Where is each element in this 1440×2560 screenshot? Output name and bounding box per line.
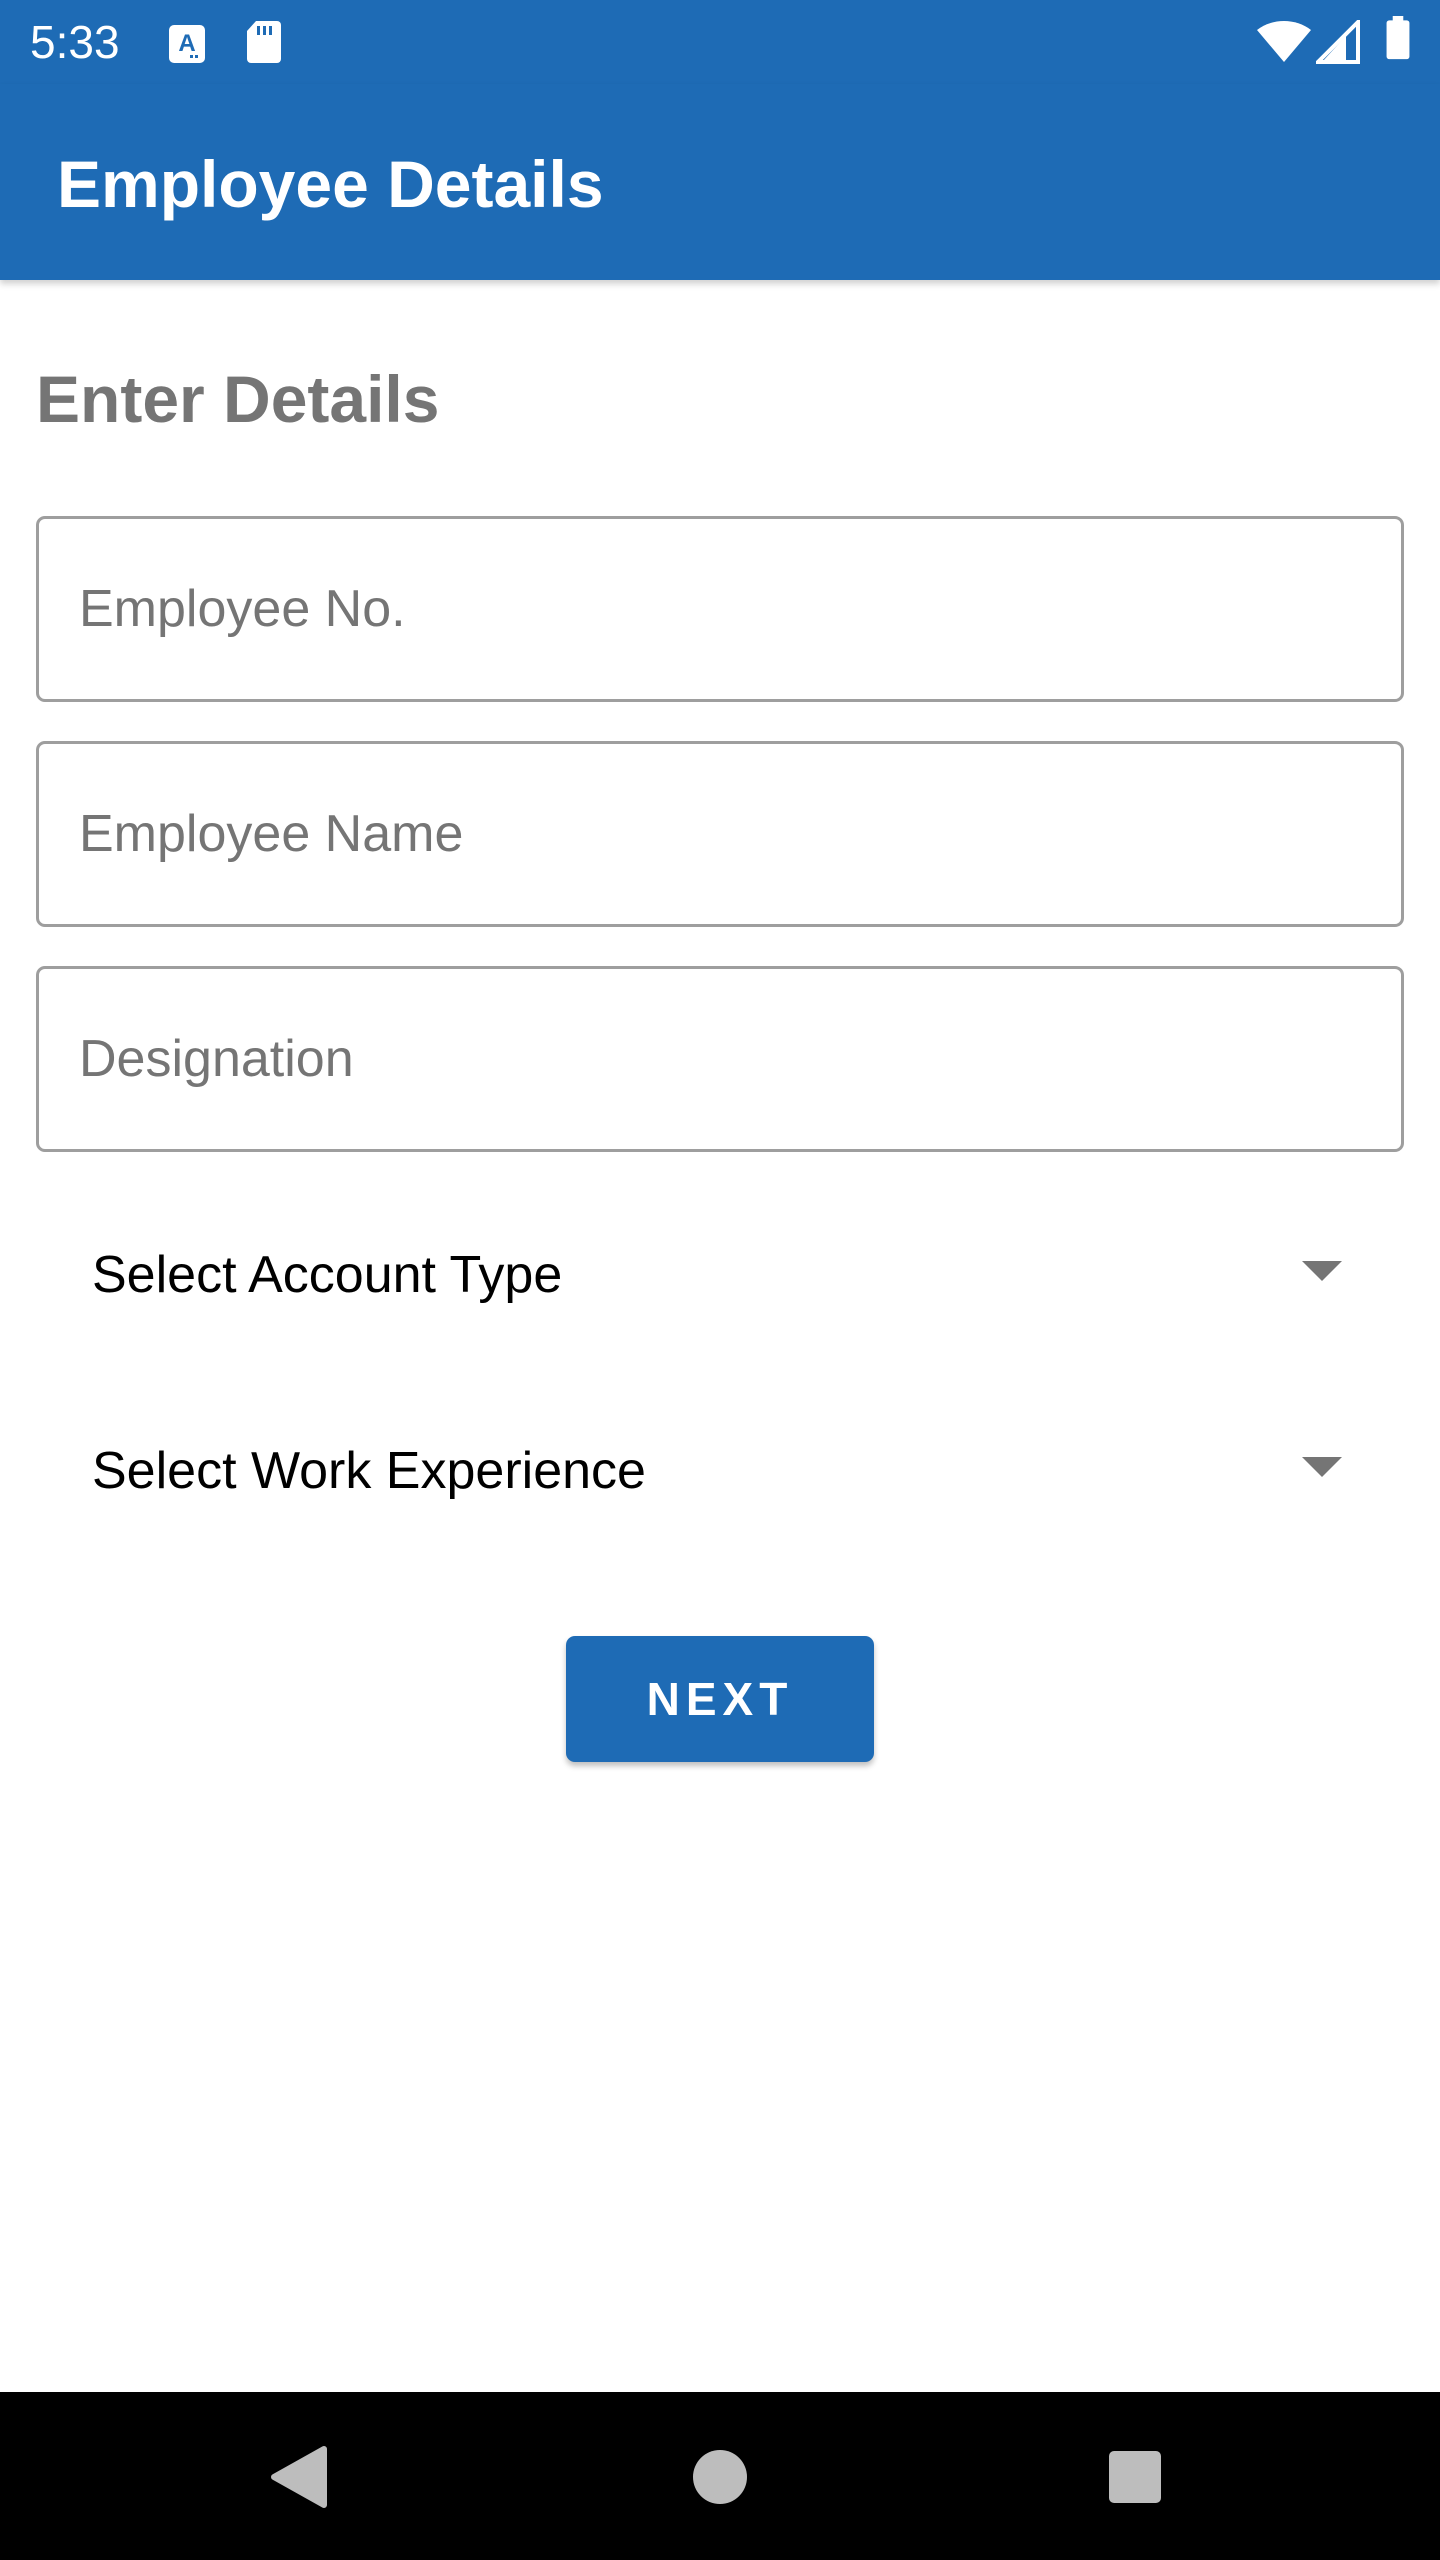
back-icon[interactable] xyxy=(244,2422,354,2532)
account-type-label: Select Account Type xyxy=(92,1246,563,1304)
section-heading: Enter Details xyxy=(36,362,440,436)
next-button[interactable]: NEXT xyxy=(566,1636,874,1762)
app-bar: Employee Details xyxy=(0,84,1440,280)
status-bar: 5:33 A xyxy=(0,0,1440,84)
home-icon[interactable] xyxy=(665,2422,775,2532)
employee-name-input[interactable] xyxy=(39,744,1401,924)
recents-icon[interactable] xyxy=(1080,2422,1190,2532)
work-experience-label: Select Work Experience xyxy=(92,1442,646,1500)
employee-no-field[interactable] xyxy=(36,516,1404,702)
battery-icon xyxy=(1386,16,1410,60)
svg-text:A: A xyxy=(178,30,195,57)
employee-name-field[interactable] xyxy=(36,741,1404,927)
app-title: Employee Details xyxy=(57,147,604,221)
font-notification-icon: A xyxy=(169,25,205,63)
work-experience-dropdown[interactable]: Select Work Experience xyxy=(36,1396,1404,1546)
account-type-dropdown[interactable]: Select Account Type xyxy=(36,1200,1404,1350)
status-time: 5:33 xyxy=(30,16,120,68)
cell-signal-icon xyxy=(1316,20,1360,64)
screen: 5:33 A Employee Details Enter Details Em… xyxy=(0,0,1440,2560)
designation-input[interactable] xyxy=(39,969,1401,1149)
sd-card-icon xyxy=(247,21,281,63)
employee-no-input[interactable] xyxy=(39,519,1401,699)
dropdown-arrow-icon xyxy=(1302,1457,1342,1477)
designation-field[interactable] xyxy=(36,966,1404,1152)
wifi-icon xyxy=(1257,21,1311,62)
dropdown-arrow-icon xyxy=(1302,1261,1342,1281)
navigation-bar xyxy=(0,2392,1440,2560)
